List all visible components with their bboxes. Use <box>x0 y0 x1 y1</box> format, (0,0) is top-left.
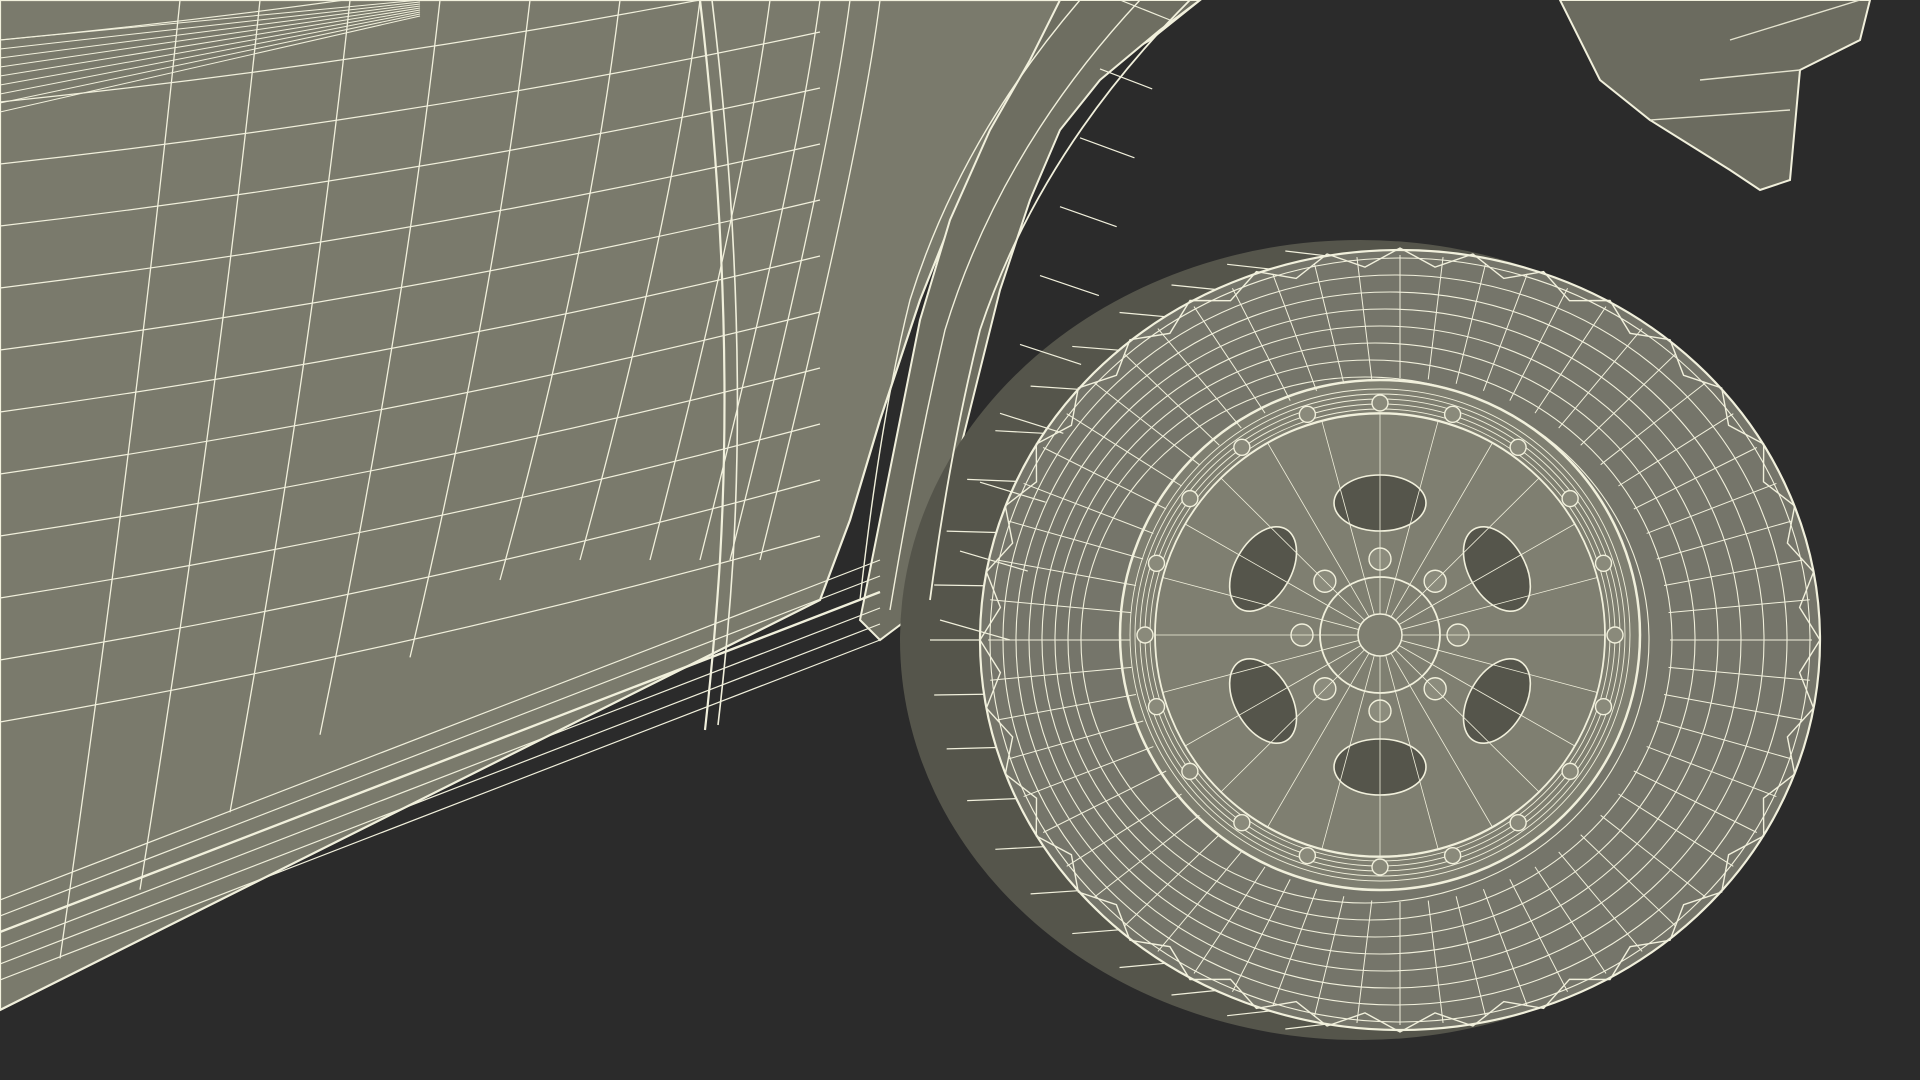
rim-bolt <box>1606 626 1624 644</box>
tread-block <box>934 693 985 696</box>
rim-bolt <box>1509 438 1527 457</box>
rim-bolt <box>1371 858 1389 876</box>
rim-bolt <box>1181 762 1199 781</box>
rim-bolt <box>1561 762 1579 781</box>
rim-bolt <box>1136 626 1154 644</box>
render-viewport <box>0 0 1920 1080</box>
rim-bolt <box>1298 405 1317 424</box>
rim-bolt <box>1443 405 1462 424</box>
rim-bolt <box>1443 846 1462 865</box>
rim-bolt <box>1233 438 1251 457</box>
rim-bolt <box>1298 846 1317 865</box>
wireframe-render <box>0 0 1920 1080</box>
rim-bolt <box>1181 489 1199 508</box>
rim-bolt <box>1594 697 1613 716</box>
rim-bolt <box>1147 554 1166 573</box>
rim-bolt <box>1147 697 1166 716</box>
tread-block <box>934 584 985 587</box>
rim-bolt <box>1594 554 1613 573</box>
rim-bolt <box>1233 813 1251 832</box>
rim-bolt <box>1509 813 1527 832</box>
rim-bolt <box>1371 394 1389 412</box>
rim-bolt <box>1561 489 1579 508</box>
